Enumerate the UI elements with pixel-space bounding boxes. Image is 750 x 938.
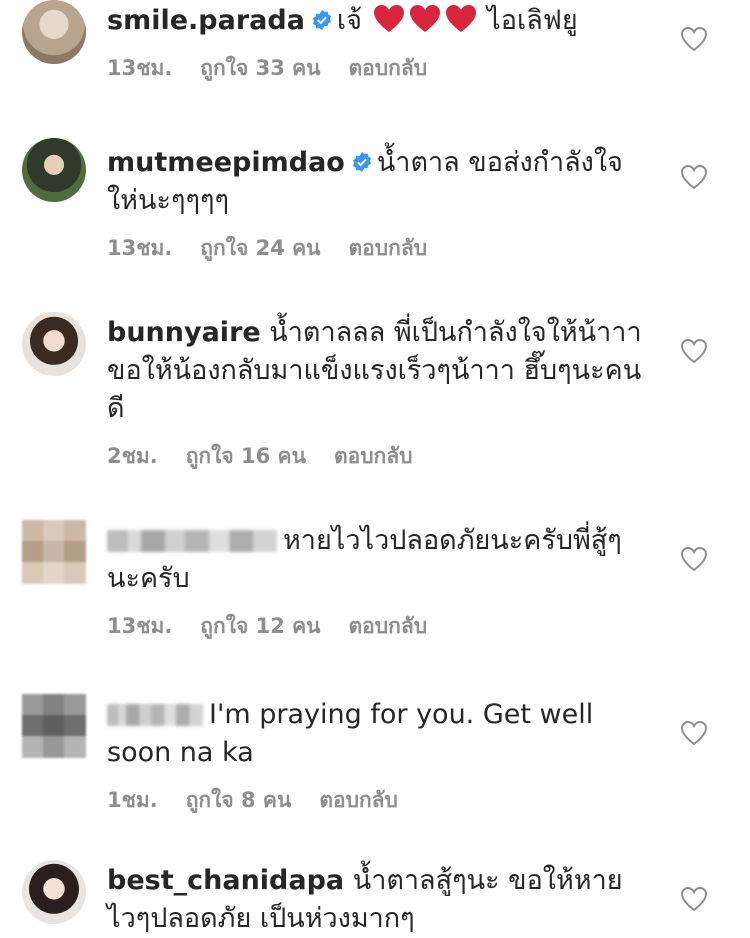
- avatar[interactable]: [22, 860, 86, 924]
- heart-outline-icon[interactable]: [680, 546, 708, 572]
- comment-username[interactable]: mutmeepimdao: [107, 147, 345, 178]
- comment-username[interactable]: best_chanidapa: [107, 865, 344, 896]
- comment-text: หายไวไวปลอดภัยนะครับพี่สู้ๆนะครับ: [107, 522, 647, 598]
- reply-button[interactable]: ตอบกลับ: [334, 440, 413, 473]
- blurred-username[interactable]: [107, 530, 277, 552]
- comment-meta: 13ชม. ถูกใจ 33 คน ตอบกลับ: [107, 52, 647, 85]
- comment-likes[interactable]: ถูกใจ 12 คน: [200, 610, 320, 643]
- comment-time: 1ชม.: [107, 788, 158, 812]
- comment-likes[interactable]: ถูกใจ 8 คน: [186, 784, 292, 817]
- comment-text: bunnyaire น้ำตาลลล พี่เป็นกำลังใจให้น้าา…: [107, 314, 647, 428]
- heart-outline-icon[interactable]: [680, 26, 708, 52]
- red-heart-emoji: [373, 5, 404, 32]
- comment-username[interactable]: smile.parada: [107, 5, 305, 36]
- comment-text: mutmeepimdao น้ำตาล ขอส่งกำลังใจให่นะๆๆๆๆ: [107, 144, 647, 220]
- comment-text-after: ไอเลิฟยู: [487, 5, 578, 36]
- comment-meta: 13ชม. ถูกใจ 24 คน ตอบกลับ: [107, 232, 647, 265]
- comment-time: 13ชม.: [107, 236, 173, 260]
- comment-text: I'm praying for you. Get well soon na ka: [107, 696, 647, 772]
- heart-outline-icon[interactable]: [680, 338, 708, 364]
- blurred-username[interactable]: [107, 704, 203, 726]
- comment-text: smile.parada เจ้ ไอเลิฟยู: [107, 2, 647, 40]
- red-heart-emoji: [445, 5, 476, 32]
- reply-button[interactable]: ตอบกลับ: [319, 784, 398, 817]
- red-heart-emoji: [409, 5, 440, 32]
- comment-meta: 2ชม. ถูกใจ 16 คน ตอบกลับ: [107, 440, 647, 473]
- verified-badge-icon: [352, 151, 371, 173]
- reply-button[interactable]: ตอบกลับ: [349, 232, 428, 265]
- avatar[interactable]: [22, 694, 86, 758]
- comment-meta: 1ชม. ถูกใจ 8 คน ตอบกลับ: [107, 784, 647, 817]
- reply-button[interactable]: ตอบกลับ: [349, 52, 428, 85]
- comment-username[interactable]: bunnyaire: [107, 317, 261, 348]
- comment-time: 2ชม.: [107, 444, 158, 468]
- avatar[interactable]: [22, 138, 86, 202]
- heart-outline-icon[interactable]: [680, 886, 708, 912]
- comment-meta: 13ชม. ถูกใจ 12 คน ตอบกลับ: [107, 610, 647, 643]
- comment-text: best_chanidapa น้ำตาลสู้ๆนะ ขอให้หายไวๆป…: [107, 862, 647, 938]
- heart-outline-icon[interactable]: [680, 164, 708, 190]
- comment-time: 13ชม.: [107, 56, 173, 80]
- avatar[interactable]: [22, 0, 86, 64]
- comment-likes[interactable]: ถูกใจ 16 คน: [186, 440, 306, 473]
- avatar[interactable]: [22, 312, 86, 376]
- verified-badge-icon: [312, 9, 331, 31]
- comment-time: 13ชม.: [107, 614, 173, 638]
- reply-button[interactable]: ตอบกลับ: [349, 610, 428, 643]
- heart-outline-icon[interactable]: [680, 720, 708, 746]
- comment-text-before: เจ้: [336, 5, 362, 36]
- comment-likes[interactable]: ถูกใจ 24 คน: [200, 232, 320, 265]
- avatar[interactable]: [22, 520, 86, 584]
- comment-likes[interactable]: ถูกใจ 33 คน: [200, 52, 320, 85]
